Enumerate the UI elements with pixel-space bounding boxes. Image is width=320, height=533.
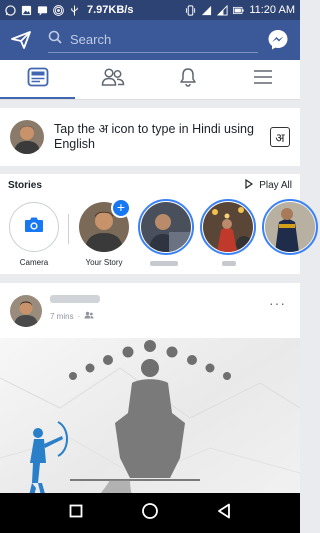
add-story-button[interactable]: + — [111, 198, 131, 218]
back-button[interactable] — [217, 503, 231, 524]
news-feed-icon — [27, 67, 49, 92]
signal-2-icon — [217, 4, 228, 16]
friend-story-1[interactable] — [141, 202, 191, 252]
story-username — [222, 261, 236, 266]
story-divider — [68, 214, 69, 244]
play-all-label: Play All — [259, 179, 292, 191]
play-all-button[interactable]: Play All — [245, 178, 292, 192]
system-navigation-bar — [0, 493, 300, 533]
tab-news-feed[interactable] — [0, 60, 75, 99]
hotspot-icon — [53, 4, 64, 16]
main-navigation — [0, 60, 300, 100]
hindi-keyboard-icon[interactable]: अ — [270, 127, 290, 147]
search-bar[interactable] — [48, 27, 258, 53]
signal-icon — [201, 5, 212, 16]
whatsapp-icon — [5, 4, 16, 16]
gallery-icon — [21, 5, 32, 16]
friends-audience-icon — [84, 311, 94, 321]
post-meta-dot: · — [77, 311, 81, 321]
status-bar: 7.97KB/s 11:20 AM — [0, 0, 300, 20]
your-story-label: Your Story — [85, 258, 123, 267]
battery-icon — [233, 5, 244, 16]
recent-apps-button[interactable] — [69, 504, 83, 523]
menu-icon — [253, 69, 273, 90]
tab-menu[interactable] — [225, 60, 300, 99]
messenger-icon[interactable] — [266, 28, 290, 52]
stories-tray: Camera + Your Story — [0, 196, 318, 274]
clock: 11:20 AM — [249, 4, 295, 16]
stories-section: Stories Play All Camera + Your Story — [0, 174, 318, 274]
play-icon — [245, 178, 254, 192]
tab-notifications[interactable] — [150, 60, 225, 99]
stories-title: Stories — [8, 179, 42, 191]
post-author-avatar[interactable] — [10, 294, 42, 327]
network-speed: 7.97KB/s — [87, 4, 134, 16]
story-username — [150, 261, 178, 266]
composer-prompt: Tap the अ icon to type in Hindi using En… — [54, 122, 254, 151]
post-composer[interactable]: Tap the अ icon to type in Hindi using En… — [0, 108, 300, 166]
camera-icon — [24, 216, 44, 238]
vibrate-icon — [185, 4, 196, 16]
camera-story-button[interactable] — [9, 202, 59, 252]
messages-icon — [37, 5, 48, 16]
avatar — [10, 120, 44, 154]
friend-story-2[interactable] — [203, 202, 253, 252]
camera-send-icon[interactable] — [10, 29, 32, 51]
post-author-name[interactable] — [50, 295, 100, 303]
camera-label: Camera — [19, 258, 49, 267]
usb-icon — [69, 4, 80, 16]
friend-story-3[interactable] — [265, 202, 315, 252]
search-icon — [48, 30, 62, 49]
home-button[interactable] — [141, 502, 159, 525]
post-options-button[interactable]: ··· — [269, 295, 286, 311]
top-app-bar — [0, 20, 300, 60]
tab-friends[interactable] — [75, 60, 150, 99]
friends-icon — [101, 67, 125, 92]
search-input[interactable] — [70, 32, 250, 47]
post-meta: 7 mins · — [50, 311, 94, 321]
post-time: 7 mins — [50, 311, 74, 321]
notifications-bell-icon — [178, 67, 198, 92]
